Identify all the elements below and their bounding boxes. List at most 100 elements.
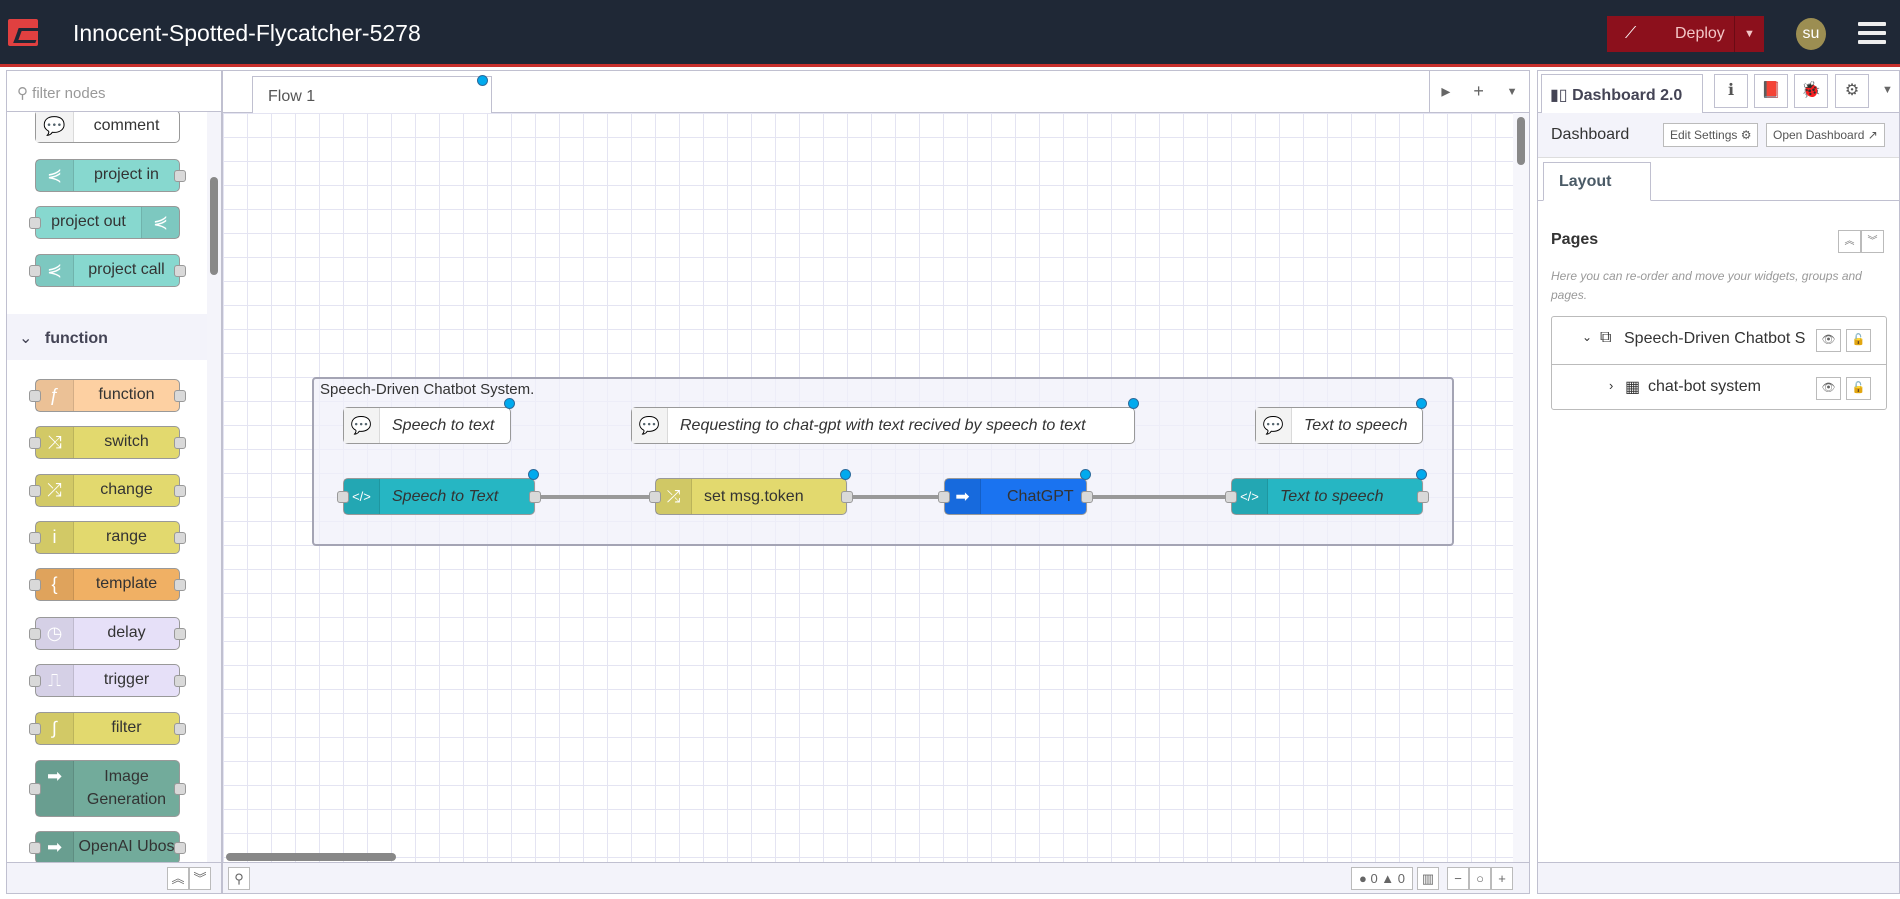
input-port[interactable] — [29, 264, 41, 277]
output-port[interactable] — [174, 782, 186, 795]
input-port[interactable] — [29, 484, 41, 497]
input-port[interactable] — [29, 531, 41, 544]
zoom-reset-icon[interactable]: ○ — [1469, 867, 1491, 890]
palette-node-delay[interactable]: ◷ delay — [29, 617, 186, 650]
input-port[interactable] — [29, 216, 41, 229]
palette-node-range[interactable]: i range — [29, 521, 186, 554]
book-icon[interactable]: 📕 — [1754, 74, 1788, 108]
input-port[interactable] — [29, 722, 41, 735]
bug-icon[interactable]: 🐞 — [1794, 74, 1828, 108]
eye-icon[interactable]: 👁 — [1816, 329, 1841, 352]
gear-icon[interactable]: ⚙ — [1835, 74, 1869, 108]
node-group[interactable]: Speech-Driven Chatbot System. — [312, 377, 1454, 546]
expand-all-icon[interactable]: ︾ — [1861, 230, 1884, 253]
flow-node-set-msg-token[interactable]: ⤮ set msg.token — [649, 469, 853, 515]
chevron-right-icon[interactable]: › — [1609, 378, 1613, 393]
output-port[interactable] — [174, 578, 186, 591]
wire[interactable] — [1087, 495, 1231, 499]
comment-node[interactable]: 💬 Speech to text — [343, 398, 515, 444]
output-port[interactable] — [174, 389, 186, 402]
flow-node-text-to-speech[interactable]: </> Text to speech — [1225, 469, 1429, 515]
expand-all-icon[interactable]: ︾ — [189, 867, 211, 890]
palette-node-template[interactable]: {template — [29, 568, 186, 601]
palette-node-filter[interactable]: ∫ filter — [29, 712, 186, 745]
unlock-icon[interactable]: 🔓 — [1846, 329, 1871, 352]
info-icon[interactable]: ℹ — [1714, 74, 1748, 108]
output-port[interactable] — [1417, 490, 1429, 503]
collapse-all-icon[interactable]: ︽ — [167, 867, 189, 890]
input-port[interactable] — [29, 627, 41, 640]
tab-layout[interactable]: Layout — [1543, 162, 1651, 201]
flow-node-speech-to-text[interactable]: </> Speech to Text — [337, 469, 541, 515]
scroll-right-icon[interactable]: ▸ — [1441, 81, 1450, 102]
edit-settings-button[interactable]: Edit Settings ⚙ — [1663, 123, 1759, 147]
output-port[interactable] — [174, 531, 186, 544]
zoom-in-icon[interactable]: + — [1491, 867, 1513, 890]
palette-node-trigger[interactable]: ⎍ trigger — [29, 664, 186, 697]
flow-list-caret-icon[interactable]: ▼ — [1507, 86, 1518, 98]
palette-node-openai-ubos[interactable]: ➡ OpenAI Ubos — [29, 831, 186, 864]
output-port[interactable] — [174, 841, 186, 854]
palette-search-input[interactable]: filter nodes — [32, 85, 105, 102]
map-icon[interactable]: ▥ — [1417, 867, 1439, 890]
canvas-vertical-scrollbar[interactable] — [1513, 113, 1529, 864]
input-port[interactable] — [1225, 490, 1237, 503]
flow-canvas[interactable]: Speech-Driven Chatbot System. 💬 Speech to… — [223, 113, 1515, 864]
output-port[interactable] — [529, 490, 541, 503]
output-port[interactable] — [1081, 490, 1093, 503]
palette-node-project-out[interactable]: project out ⋞ — [29, 206, 180, 239]
comment-node[interactable]: 💬 Text to speech — [1255, 398, 1427, 444]
output-port[interactable] — [841, 490, 853, 503]
deploy-dropdown-caret[interactable]: ▼ — [1734, 16, 1764, 52]
palette-node-change[interactable]: ⤮ change — [29, 474, 186, 507]
tree-item-group[interactable]: › ▦ chat-bot system 👁 🔓 — [1552, 364, 1886, 411]
open-dashboard-button[interactable]: Open Dashboard ↗ — [1766, 123, 1885, 147]
output-port[interactable] — [174, 169, 186, 182]
output-port[interactable] — [174, 627, 186, 640]
palette-node-function[interactable]: ƒ function — [29, 379, 186, 412]
user-avatar[interactable]: su — [1796, 18, 1826, 50]
input-port[interactable] — [29, 389, 41, 402]
output-port[interactable] — [174, 264, 186, 277]
input-port[interactable] — [29, 782, 41, 795]
add-flow-icon[interactable]: + — [1473, 81, 1484, 102]
search-icon[interactable]: ⚲ — [228, 867, 250, 890]
palette-search[interactable]: ⚲ filter nodes — [7, 71, 221, 112]
shuffle-icon: ⤮ — [656, 479, 692, 514]
palette-scroll-thumb[interactable] — [210, 177, 218, 275]
input-port[interactable] — [29, 674, 41, 687]
comment-node[interactable]: 💬 Requesting to chat-gpt with text recive… — [631, 398, 1139, 444]
tab-flow-1[interactable]: Flow 1 — [252, 75, 492, 114]
flow-node-chatgpt[interactable]: ➡ ChatGPT — [938, 469, 1093, 515]
output-port[interactable] — [174, 674, 186, 687]
chevron-down-icon[interactable]: ⌄ — [1582, 330, 1592, 344]
input-port[interactable] — [938, 490, 950, 503]
input-port[interactable] — [29, 578, 41, 591]
palette-node-image-generation[interactable]: ➡ Image Generation — [29, 760, 186, 817]
input-port[interactable] — [29, 436, 41, 449]
unlock-icon[interactable]: 🔓 — [1846, 377, 1871, 400]
collapse-all-icon[interactable]: ︽ — [1838, 230, 1861, 253]
output-port[interactable] — [174, 436, 186, 449]
input-port[interactable] — [649, 490, 661, 503]
palette-node-project-call[interactable]: ⋞ project call — [29, 254, 186, 287]
output-port[interactable] — [174, 484, 186, 497]
palette-node-project-in[interactable]: ⋞ project in — [35, 159, 186, 192]
zoom-out-icon[interactable]: − — [1447, 867, 1469, 890]
deploy-button[interactable]: ⟋ Deploy ▼ — [1607, 16, 1764, 52]
notifications-button[interactable]: ● 0 ▲ 0 — [1351, 867, 1413, 890]
tab-dashboard[interactable]: ▮▯ Dashboard 2.0 — [1541, 74, 1703, 114]
output-port[interactable] — [174, 722, 186, 735]
tree-item-page[interactable]: ⌄ ⧉ Speech-Driven Chatbot S 👁 🔓 — [1552, 317, 1886, 364]
sidebar-menu-caret-icon[interactable]: ▼ — [1882, 84, 1893, 96]
wire[interactable] — [535, 495, 655, 499]
category-header-function[interactable]: ⌄ function — [7, 314, 207, 360]
input-port[interactable] — [337, 490, 349, 503]
input-port[interactable] — [29, 841, 41, 854]
flow-node-label: Speech to Text — [392, 487, 499, 505]
palette-node-comment[interactable]: 💬 comment — [35, 112, 180, 143]
main-menu-icon[interactable] — [1858, 22, 1886, 44]
wire[interactable] — [847, 495, 944, 499]
palette-node-switch[interactable]: ⤨ switch — [29, 426, 186, 459]
eye-icon[interactable]: 👁 — [1816, 377, 1841, 400]
